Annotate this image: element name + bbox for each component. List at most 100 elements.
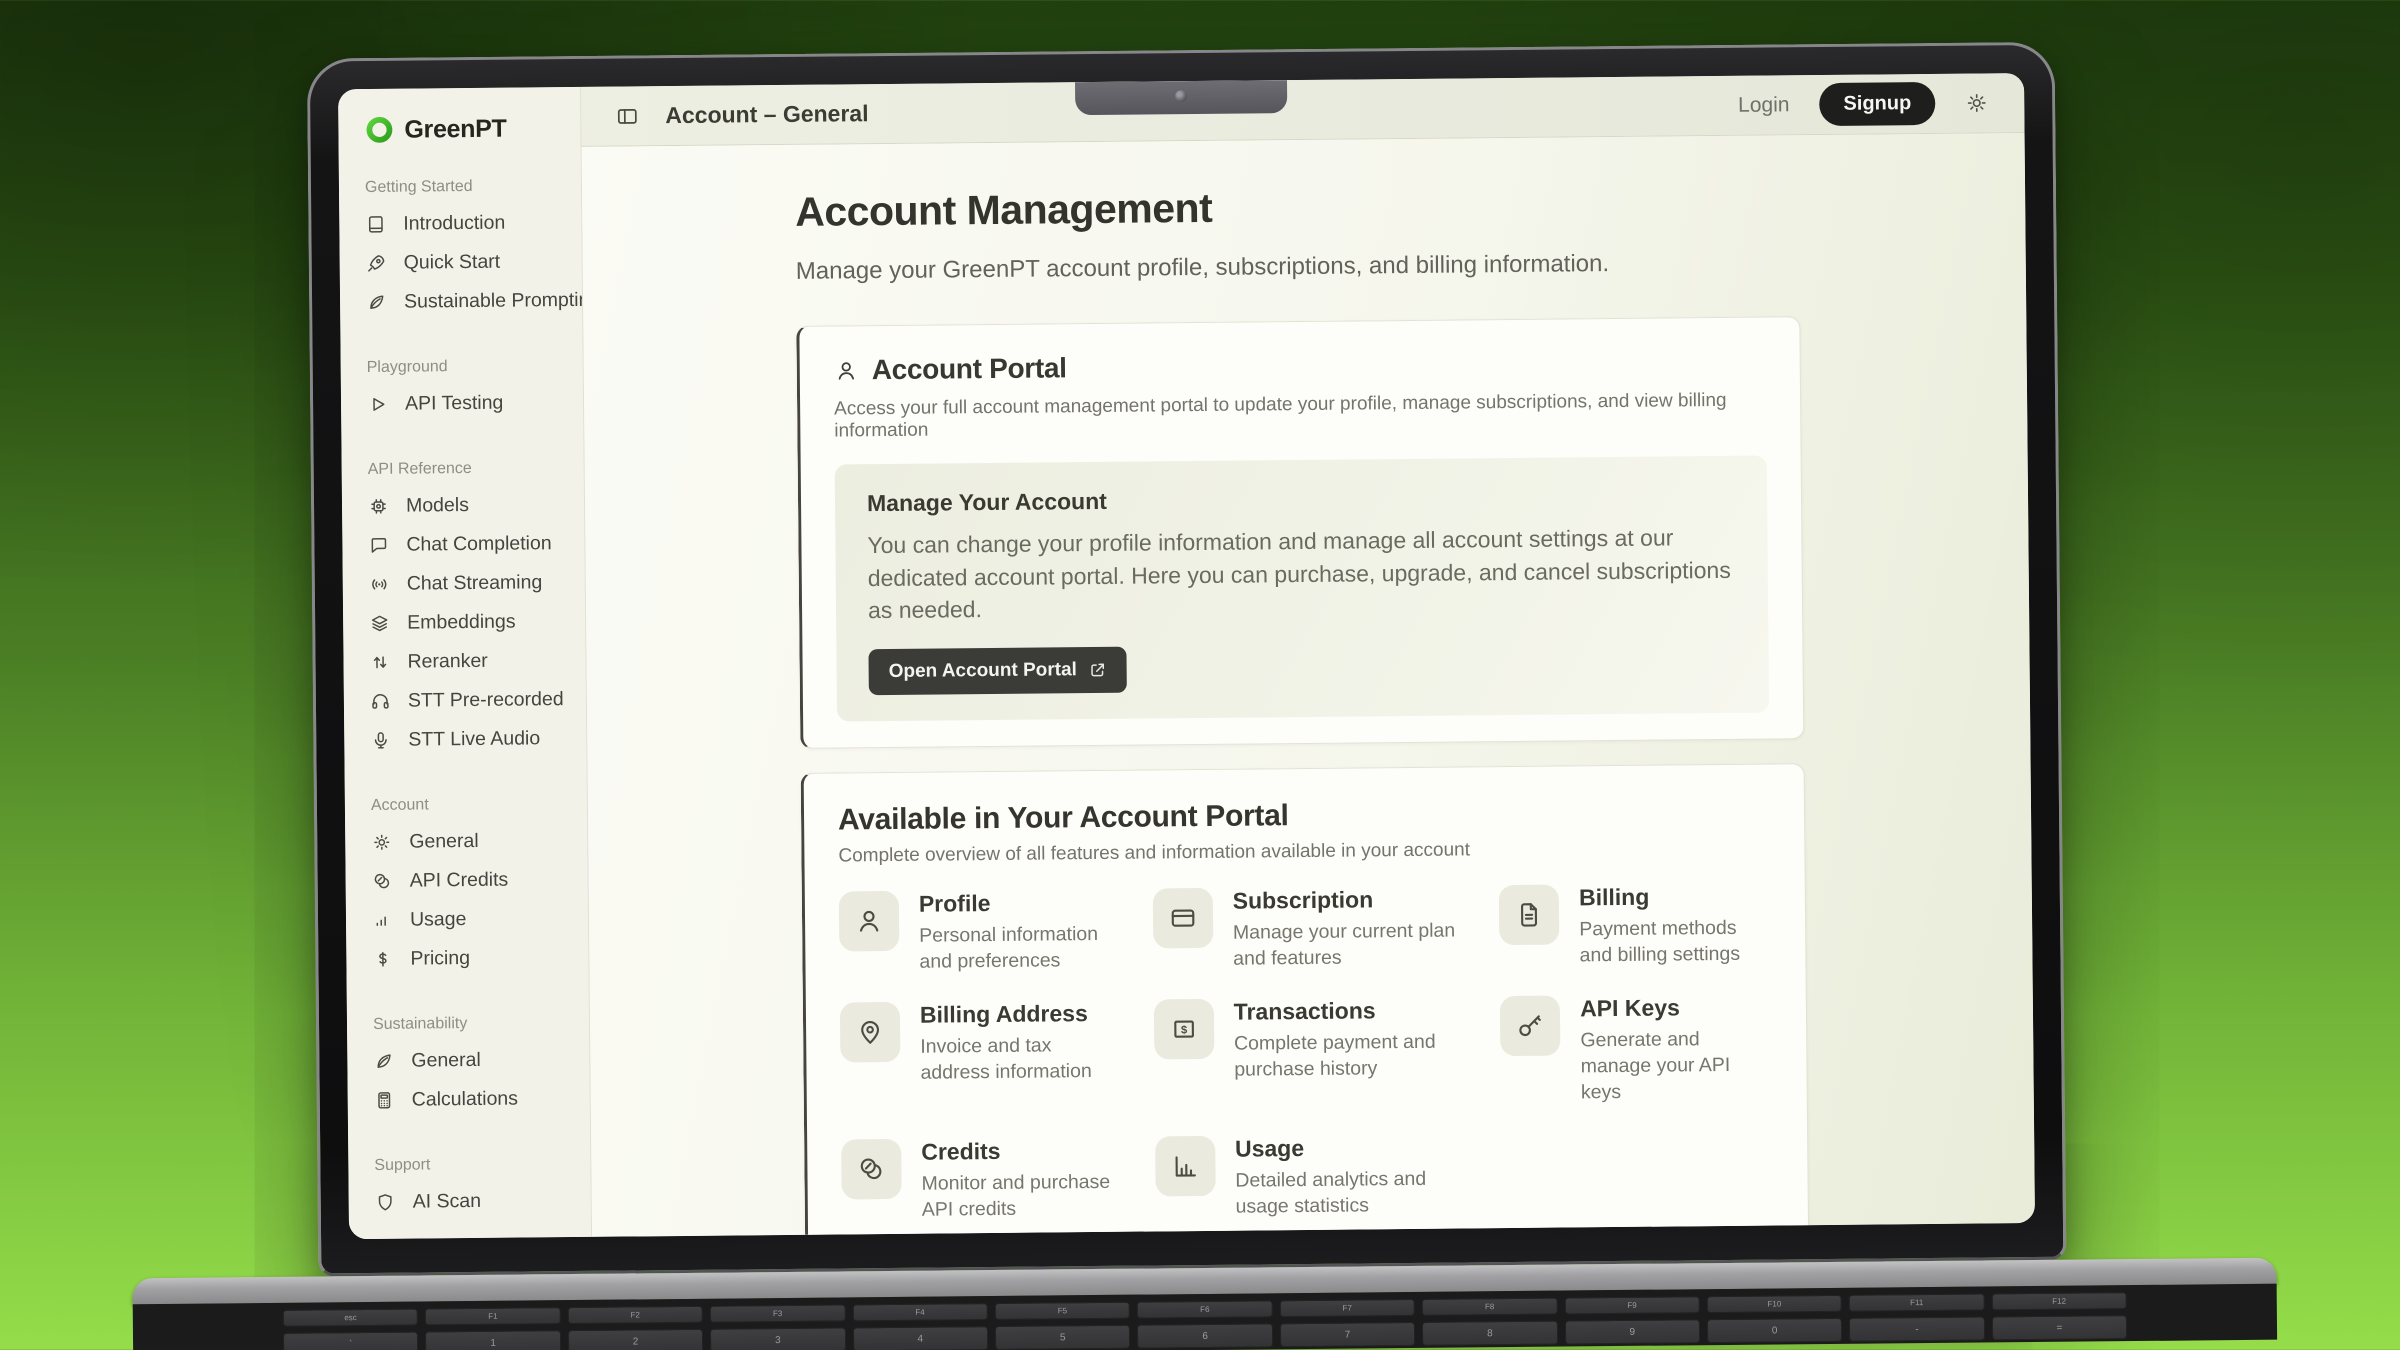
keyboard-key: F4 — [852, 1303, 988, 1321]
sidebar-section-playground: Playground API Testing — [367, 357, 570, 415]
chip-icon — [368, 495, 389, 516]
app-window: GreenPT Getting Started Introduction Qui… — [338, 73, 2035, 1239]
keyboard-key: 5 — [995, 1325, 1131, 1350]
map-pin-icon — [840, 1001, 901, 1062]
user-icon — [834, 358, 859, 383]
sidebar-section-support: Support AI Scan — [374, 1155, 577, 1213]
sidebar-item-models[interactable]: Models — [368, 493, 570, 517]
signup-button[interactable]: Signup — [1819, 82, 1935, 126]
section-label: API Reference — [368, 459, 570, 479]
keyboard-key: F9 — [1564, 1296, 1700, 1314]
feature-billing: Billing Payment methods and billing sett… — [1499, 882, 1772, 969]
sidebar-item-api-credits[interactable]: API Credits — [372, 868, 574, 892]
sidebar-item-embeddings[interactable]: Embeddings — [369, 610, 571, 634]
user-icon — [839, 891, 900, 952]
brand-logo[interactable]: GreenPT — [364, 113, 566, 145]
chart-icon — [1155, 1135, 1216, 1196]
chat-bubble-icon — [368, 534, 389, 555]
svg-text:$: $ — [1181, 1024, 1188, 1036]
external-link-icon — [1089, 661, 1107, 679]
section-label: Account — [371, 795, 573, 815]
keyboard-key: ` — [283, 1332, 419, 1350]
page-breadcrumb-title: Account – General — [665, 100, 868, 129]
laptop-lid: GreenPT Getting Started Introduction Qui… — [307, 42, 2067, 1277]
keyboard-key: 6 — [1137, 1323, 1273, 1348]
brand-name: GreenPT — [404, 114, 506, 144]
greenpt-logo-icon — [364, 115, 394, 145]
sidebar-section-getting-started: Getting Started Introduction Quick Start… — [365, 177, 568, 313]
sidebar-section-sustainability: Sustainability General Calculations — [373, 1014, 576, 1111]
sidebar-item-introduction[interactable]: Introduction — [365, 211, 567, 235]
sidebar-item-stt-pre-recorded[interactable]: STT Pre-recorded — [370, 688, 572, 712]
keyboard-key: F6 — [1137, 1300, 1273, 1318]
sidebar-item-reranker[interactable]: Reranker — [369, 649, 571, 673]
keyboard-key: 8 — [1422, 1321, 1558, 1346]
feature-subscription: Subscription Manage your current plan an… — [1153, 886, 1458, 974]
keyboard-key: 7 — [1280, 1322, 1416, 1347]
card-title: Account Portal — [872, 352, 1067, 386]
sidebar-item-sustainable-prompting[interactable]: Sustainable Prompting — [366, 289, 568, 313]
keyboard-key: 0 — [1707, 1318, 1843, 1343]
feature-billing-address: Billing Address Invoice and tax address … — [840, 999, 1113, 1113]
keyboard-key: 9 — [1564, 1319, 1700, 1344]
calculator-icon — [374, 1089, 395, 1110]
sidebar-item-account-general[interactable]: General — [371, 829, 573, 853]
dollar-icon — [372, 948, 393, 969]
keyboard-key: F7 — [1279, 1299, 1415, 1317]
laptop-mockup: GreenPT Getting Started Introduction Qui… — [0, 0, 2400, 1350]
page-title: Account Management — [795, 179, 1799, 236]
sidebar-item-chat-completion[interactable]: Chat Completion — [368, 532, 570, 556]
keyboard-key: = — [1992, 1315, 2128, 1340]
keyboard-key: F10 — [1707, 1295, 1843, 1313]
sidebar-item-sustainability-general[interactable]: General — [373, 1048, 575, 1072]
available-features-card: Available in Your Account Portal Complet… — [801, 763, 1810, 1237]
feature-transactions: $ Transactions Complete payment and purc… — [1154, 996, 1459, 1110]
section-label: Playground — [367, 357, 569, 377]
manage-box-body: You can change your profile information … — [867, 521, 1736, 627]
sidebar-item-ai-scan[interactable]: AI Scan — [375, 1189, 577, 1213]
sidebar-item-pricing[interactable]: Pricing — [372, 946, 574, 970]
keyboard-key: F1 — [425, 1307, 561, 1325]
laptop-notch — [1075, 80, 1287, 115]
sidebar: GreenPT Getting Started Introduction Qui… — [338, 87, 592, 1239]
sidebar-item-api-testing[interactable]: API Testing — [367, 391, 569, 415]
sidebar-item-stt-live-audio[interactable]: STT Live Audio — [370, 727, 572, 751]
sort-arrows-icon — [369, 651, 390, 672]
sidebar-item-calculations[interactable]: Calculations — [374, 1087, 576, 1111]
keyboard-key: F2 — [568, 1306, 704, 1324]
account-portal-card: Account Portal Access your full account … — [796, 316, 1804, 749]
layers-icon — [369, 612, 390, 633]
shield-icon — [375, 1191, 396, 1212]
keyboard-key: F3 — [710, 1304, 846, 1322]
book-icon — [365, 213, 386, 234]
feature-credits: Credits Monitor and purchase API credits — [841, 1136, 1114, 1223]
manage-account-box: Manage Your Account You can change your … — [835, 456, 1769, 722]
feature-usage: Usage Detailed analytics and usage stati… — [1155, 1133, 1460, 1221]
open-account-portal-button[interactable]: Open Account Portal — [868, 647, 1127, 695]
gear-icon — [371, 831, 392, 852]
document-icon — [1499, 885, 1560, 946]
keyboard-key: 4 — [853, 1326, 989, 1350]
broadcast-icon — [369, 573, 390, 594]
main-column: Account – General Login Signup Account M… — [581, 73, 2035, 1237]
keyboard-key: F11 — [1849, 1293, 1985, 1311]
leaf-icon — [366, 291, 387, 312]
sidebar-section-account: Account General API Credits Usage — [371, 795, 575, 970]
microphone-icon — [370, 729, 391, 750]
sun-icon[interactable] — [1965, 91, 1988, 114]
login-link[interactable]: Login — [1738, 93, 1790, 117]
receipt-icon: $ — [1154, 998, 1215, 1059]
keyboard-key: 3 — [710, 1327, 846, 1350]
webcam-icon — [1175, 90, 1187, 102]
sidebar-item-quick-start[interactable]: Quick Start — [366, 250, 568, 274]
feature-profile: Profile Personal information and prefere… — [839, 889, 1112, 976]
key-icon — [1500, 995, 1561, 1056]
manage-box-title: Manage Your Account — [867, 482, 1735, 517]
card-title: Available in Your Account Portal — [838, 794, 1770, 837]
sidebar-item-chat-streaming[interactable]: Chat Streaming — [369, 571, 571, 595]
section-label: Sustainability — [373, 1014, 575, 1034]
sidebar-toggle-icon[interactable] — [615, 104, 639, 128]
sidebar-item-usage[interactable]: Usage — [372, 907, 574, 931]
coins-icon — [841, 1138, 902, 1199]
feature-api-keys: API Keys Generate and manage your API ke… — [1500, 993, 1773, 1107]
